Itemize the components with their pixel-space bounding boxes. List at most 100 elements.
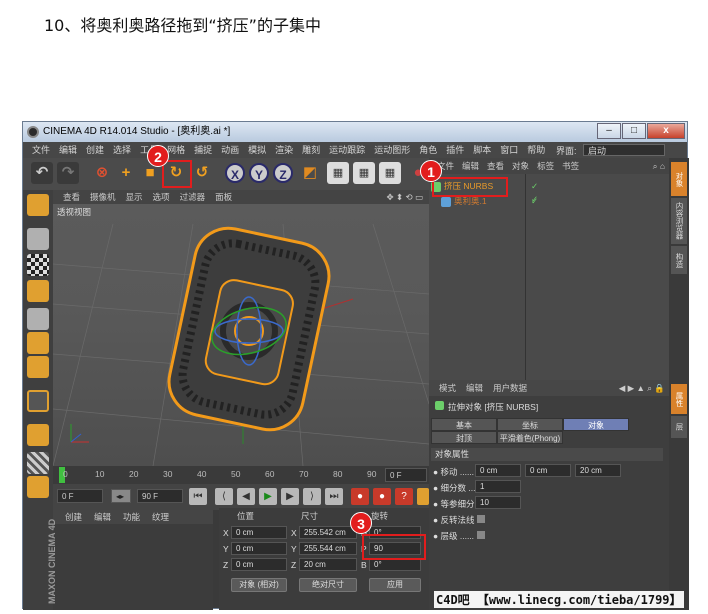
attribute-nav-icons[interactable]: ◀ ▶ ▲ ⌕ 🔒: [619, 380, 665, 396]
z-axis-lock-icon[interactable]: Z: [273, 163, 293, 183]
pos-x-field[interactable]: 0 cm: [231, 526, 287, 539]
movement-x-field[interactable]: 0 cm: [475, 464, 521, 477]
menu-plugins[interactable]: 插件: [446, 145, 464, 155]
render-view-icon[interactable]: ▦: [327, 162, 349, 184]
menu-sculpt[interactable]: 雕刻: [302, 145, 320, 155]
viewport-nav-icons[interactable]: ✥ ⬍ ⟲ ▭: [387, 190, 423, 204]
magnet-icon[interactable]: [27, 424, 49, 446]
texture-mode-icon[interactable]: [27, 254, 49, 276]
go-to-end-icon[interactable]: ⏭: [325, 488, 343, 505]
object-menu-bookmarks[interactable]: 书签: [562, 161, 579, 171]
menu-script[interactable]: 脚本: [473, 145, 491, 155]
render-picture-viewer-icon[interactable]: ▦: [353, 162, 375, 184]
viewport-menu-options[interactable]: 选项: [153, 192, 170, 202]
material-menu-create[interactable]: 创建: [65, 512, 82, 522]
menu-simulate[interactable]: 模拟: [248, 145, 266, 155]
polygon-mode-icon[interactable]: [27, 356, 49, 378]
range-slider-icon[interactable]: ◂▸: [111, 489, 131, 503]
tab-layers-vertical[interactable]: 层: [671, 416, 687, 438]
visibility-check-icon[interactable]: ✓: [531, 195, 538, 208]
point-mode-icon[interactable]: [27, 308, 49, 330]
size-y-field[interactable]: 255.544 cm: [299, 542, 357, 555]
play-icon[interactable]: ▶: [259, 488, 277, 505]
tab-object[interactable]: 对象: [563, 418, 629, 431]
menu-mesh[interactable]: 网格: [167, 145, 185, 155]
pos-z-field[interactable]: 0 cm: [231, 558, 287, 571]
interface-layout-select[interactable]: 启动: [583, 144, 665, 156]
previous-frame-icon[interactable]: ◀: [237, 488, 255, 505]
menu-window[interactable]: 窗口: [500, 145, 518, 155]
size-mode-select[interactable]: 绝对尺寸: [299, 578, 357, 592]
subdivision-field[interactable]: 1: [475, 480, 521, 493]
undo-icon[interactable]: ↶: [31, 162, 53, 184]
workplane-icon[interactable]: [27, 280, 49, 302]
motion-options-icon[interactable]: [417, 488, 429, 505]
next-key-icon[interactable]: ⟩: [303, 488, 321, 505]
attribute-menu-edit[interactable]: 编辑: [466, 383, 483, 393]
viewport-menu-filter[interactable]: 过滤器: [180, 192, 206, 202]
autokey-icon[interactable]: ●: [373, 488, 391, 505]
tab-phong[interactable]: 平滑着色(Phong): [497, 431, 563, 444]
live-select-icon[interactable]: ⊗: [91, 162, 113, 184]
coordinate-system-icon[interactable]: ◩: [299, 162, 321, 184]
material-menu-texture[interactable]: 纹理: [152, 512, 169, 522]
end-frame-field[interactable]: 90 F: [137, 489, 183, 503]
tab-objects-vertical[interactable]: 对象: [671, 162, 687, 196]
keyframe-selection-icon[interactable]: ?: [395, 488, 413, 505]
object-menu-view[interactable]: 查看: [487, 161, 504, 171]
menu-motion-tracking[interactable]: 运动跟踪: [329, 145, 365, 155]
movement-z-field[interactable]: 20 cm: [575, 464, 621, 477]
axis-mode-icon[interactable]: [27, 390, 49, 412]
make-editable-icon[interactable]: [27, 194, 49, 216]
snap-icon[interactable]: [27, 476, 49, 498]
previous-key-icon[interactable]: ⟨: [215, 488, 233, 505]
isoparm-field[interactable]: 10: [475, 496, 521, 509]
viewport-menu-view[interactable]: 查看: [63, 192, 80, 202]
menu-create[interactable]: 创建: [86, 145, 104, 155]
current-frame-field[interactable]: 0 F: [385, 468, 427, 482]
attribute-menu-mode[interactable]: 模式: [439, 383, 456, 393]
object-manager-search-icon[interactable]: ⌕ ⌂: [653, 158, 665, 174]
tab-caps[interactable]: 封顶: [431, 431, 497, 444]
menu-file[interactable]: 文件: [32, 145, 50, 155]
apply-button[interactable]: 应用: [369, 578, 421, 592]
menu-character[interactable]: 角色: [419, 145, 437, 155]
object-menu-objects[interactable]: 对象: [512, 161, 529, 171]
tab-attributes-vertical[interactable]: 属性: [671, 384, 687, 414]
viewport-menu-display[interactable]: 显示: [126, 192, 143, 202]
next-frame-icon[interactable]: ▶: [281, 488, 299, 505]
start-frame-field[interactable]: 0 F: [57, 489, 103, 503]
viewport-menu-panel[interactable]: 面板: [215, 192, 232, 202]
attribute-menu-user-data[interactable]: 用户数据: [493, 383, 527, 393]
tab-coord[interactable]: 坐标: [497, 418, 563, 431]
pos-y-field[interactable]: 0 cm: [231, 542, 287, 555]
coordinate-mode-select[interactable]: 对象 (相对): [231, 578, 287, 592]
size-z-field[interactable]: 20 cm: [299, 558, 357, 571]
y-axis-lock-icon[interactable]: Y: [249, 163, 269, 183]
tab-structure-vertical[interactable]: 构造: [671, 246, 687, 274]
menu-help[interactable]: 帮助: [527, 145, 545, 155]
minimize-button[interactable]: –: [597, 123, 621, 139]
model-mode-icon[interactable]: [27, 228, 49, 250]
object-menu-tags[interactable]: 标签: [537, 161, 554, 171]
menu-select[interactable]: 选择: [113, 145, 131, 155]
menu-mograph[interactable]: 运动图形: [374, 145, 410, 155]
tab-basic[interactable]: 基本: [431, 418, 497, 431]
hierarchical-checkbox[interactable]: [477, 531, 485, 539]
movement-y-field[interactable]: 0 cm: [525, 464, 571, 477]
tweak-mode-icon[interactable]: [27, 452, 49, 474]
menu-render[interactable]: 渲染: [275, 145, 293, 155]
go-to-start-icon[interactable]: ⏮: [189, 488, 207, 505]
menu-snap[interactable]: 捕捉: [194, 145, 212, 155]
record-keys-icon[interactable]: ●: [351, 488, 369, 505]
render-settings-icon[interactable]: ▦: [379, 162, 401, 184]
menu-edit[interactable]: 编辑: [59, 145, 77, 155]
x-axis-lock-icon[interactable]: X: [225, 163, 245, 183]
menu-animate[interactable]: 动画: [221, 145, 239, 155]
size-x-field[interactable]: 255.542 cm: [299, 526, 357, 539]
redo-icon[interactable]: ↷: [57, 162, 79, 184]
flip-normals-checkbox[interactable]: [477, 515, 485, 523]
material-menu-edit[interactable]: 编辑: [94, 512, 111, 522]
edge-mode-icon[interactable]: [27, 332, 49, 354]
close-button[interactable]: x: [647, 123, 685, 139]
